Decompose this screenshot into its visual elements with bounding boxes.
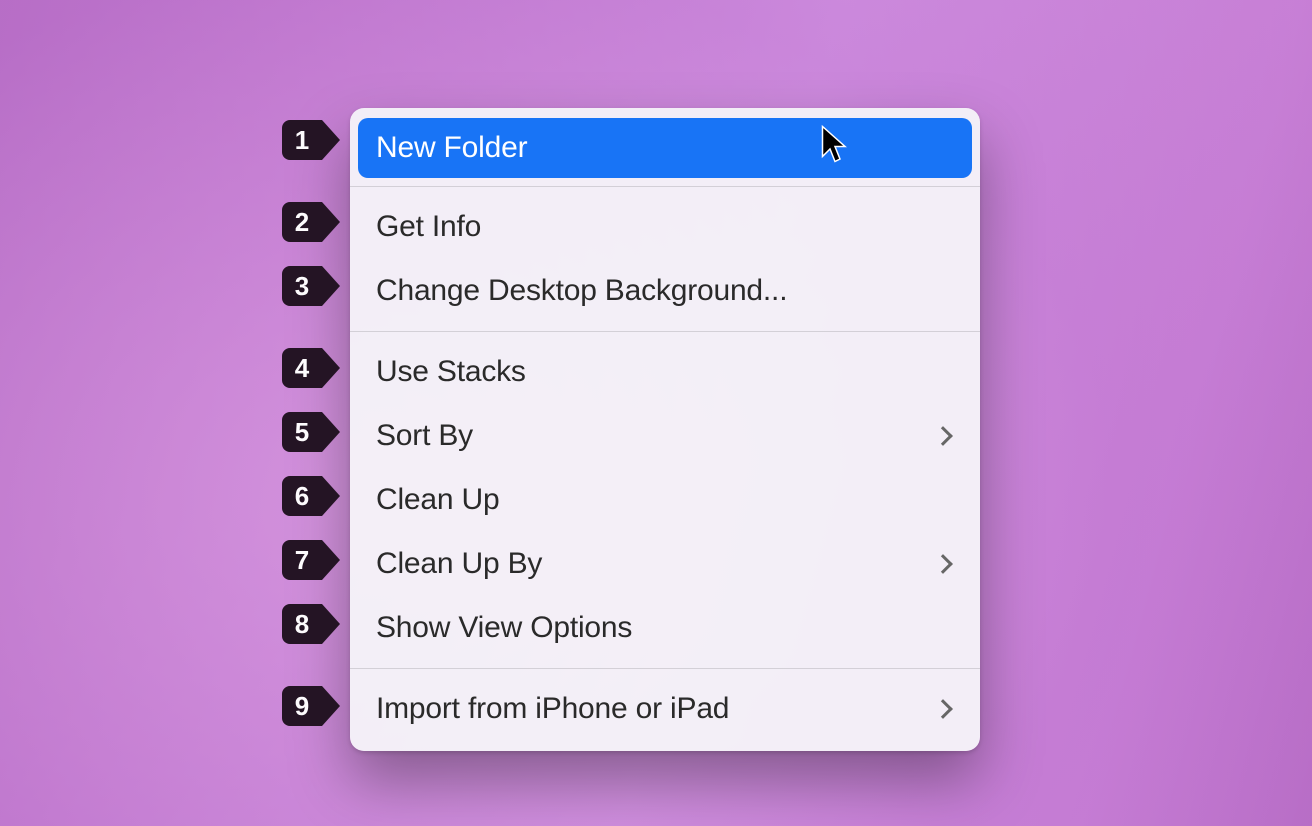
- menu-item-label: Show View Options: [376, 611, 632, 645]
- annotation-badge-3: 3: [282, 266, 340, 306]
- menu-item-sort-by[interactable]: Sort By: [350, 404, 980, 468]
- menu-item-new-folder[interactable]: New Folder: [358, 118, 972, 178]
- menu-item-show-view-options[interactable]: Show View Options: [350, 596, 980, 660]
- badge-number: 9: [295, 691, 309, 722]
- badge-number: 5: [295, 417, 309, 448]
- badge-number: 7: [295, 545, 309, 576]
- annotation-badge-8: 8: [282, 604, 340, 644]
- menu-item-label: Sort By: [376, 419, 473, 453]
- annotation-badge-5: 5: [282, 412, 340, 452]
- menu-item-label: Use Stacks: [376, 355, 526, 389]
- menu-item-label: Change Desktop Background...: [376, 274, 787, 308]
- menu-item-get-info[interactable]: Get Info: [350, 195, 980, 259]
- annotation-badge-7: 7: [282, 540, 340, 580]
- annotation-badge-6: 6: [282, 476, 340, 516]
- menu-item-use-stacks[interactable]: Use Stacks: [350, 340, 980, 404]
- menu-item-clean-up[interactable]: Clean Up: [350, 468, 980, 532]
- menu-item-import-from-device[interactable]: Import from iPhone or iPad: [350, 677, 980, 741]
- menu-separator: [350, 668, 980, 669]
- chevron-right-icon: [933, 699, 953, 719]
- menu-item-label: New Folder: [376, 131, 527, 165]
- menu-item-label: Clean Up: [376, 483, 499, 517]
- badge-number: 8: [295, 609, 309, 640]
- annotation-badge-2: 2: [282, 202, 340, 242]
- annotation-badge-4: 4: [282, 348, 340, 388]
- menu-item-clean-up-by[interactable]: Clean Up By: [350, 532, 980, 596]
- chevron-right-icon: [933, 426, 953, 446]
- annotation-badge-1: 1: [282, 120, 340, 160]
- menu-item-label: Clean Up By: [376, 547, 542, 581]
- menu-item-label: Import from iPhone or iPad: [376, 692, 729, 726]
- menu-item-label: Get Info: [376, 210, 481, 244]
- badge-number: 3: [295, 271, 309, 302]
- badge-number: 6: [295, 481, 309, 512]
- menu-separator: [350, 186, 980, 187]
- menu-separator: [350, 331, 980, 332]
- badge-number: 2: [295, 207, 309, 238]
- badge-number: 4: [295, 353, 309, 384]
- desktop-context-menu: New Folder Get Info Change Desktop Backg…: [350, 108, 980, 751]
- chevron-right-icon: [933, 554, 953, 574]
- annotation-badge-9: 9: [282, 686, 340, 726]
- badge-number: 1: [295, 125, 309, 156]
- menu-item-change-desktop-background[interactable]: Change Desktop Background...: [350, 259, 980, 323]
